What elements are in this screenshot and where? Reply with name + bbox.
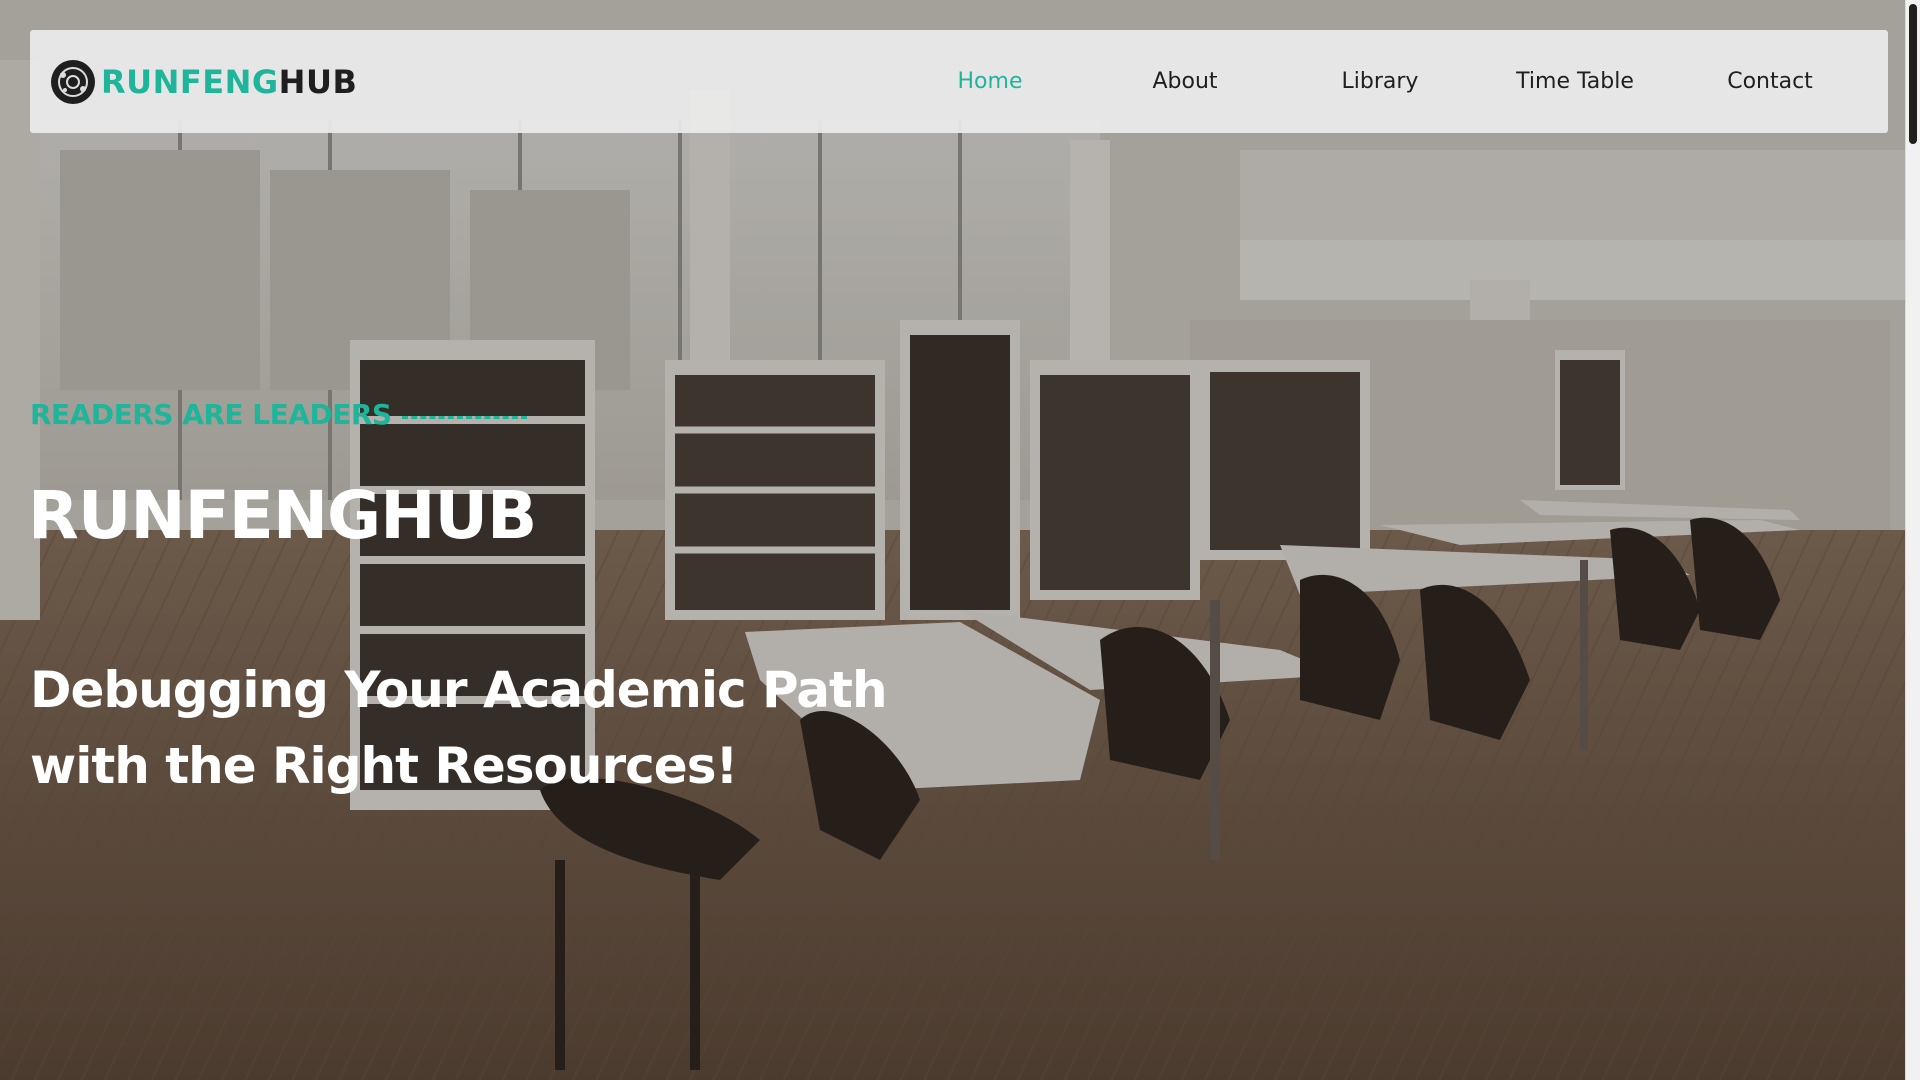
hero-tagline: READERS ARE LEADERS [30, 398, 392, 431]
navbar: RUNFENGHUB Home About Library Time Table… [30, 30, 1888, 133]
nav-link-time-table[interactable]: Time Table [1516, 30, 1634, 133]
hero-title: RUNFENGHUB [28, 477, 537, 554]
nav-link-about[interactable]: About [1152, 30, 1217, 133]
page-scrollbar[interactable] [1905, 0, 1920, 1080]
tagline-dashed-line [401, 416, 527, 419]
page: RUNFENGHUB Home About Library Time Table… [0, 0, 1920, 1080]
hero-subtitle: Debugging Your Academic Path with the Ri… [30, 661, 888, 795]
nav-links: Home About Library Time Table Contact [30, 30, 1888, 133]
scrollbar-thumb[interactable] [1909, 4, 1917, 144]
nav-link-home[interactable]: Home [958, 30, 1023, 133]
nav-link-library[interactable]: Library [1342, 30, 1419, 133]
nav-link-contact[interactable]: Contact [1727, 30, 1813, 133]
hero-tagline-row: READERS ARE LEADERS [30, 398, 527, 431]
